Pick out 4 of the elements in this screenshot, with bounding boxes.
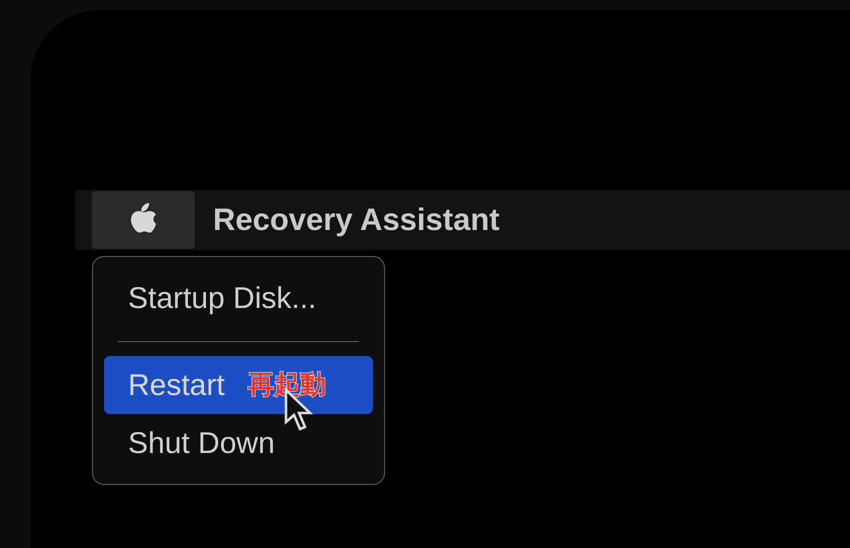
apple-menu-button[interactable] <box>92 191 195 249</box>
menu-item[interactable]: Shut Down <box>104 414 373 472</box>
menu-item[interactable]: Startup Disk... <box>104 269 373 327</box>
app-title: Recovery Assistant <box>213 200 500 239</box>
